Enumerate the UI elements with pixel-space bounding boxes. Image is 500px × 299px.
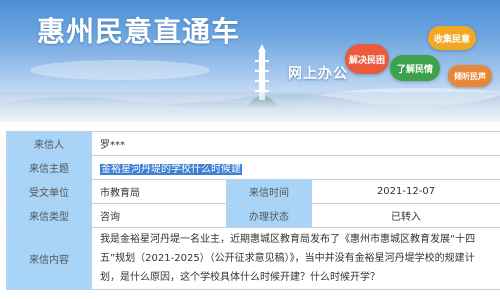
letter-detail-table: 来信人 罗*** 来信主题 金裕星河丹堤的学校什么时候建 受文单位 市教育局 来…: [6, 131, 500, 290]
content-row: 来信内容 我是金裕星河丹堤一名业主，近期惠城区教育局发布了《惠州市惠城区教育发展…: [6, 227, 500, 290]
type-status-row: 来信类型 咨询 办理状态 已转入: [6, 203, 500, 228]
type-value: 咨询: [91, 203, 227, 228]
time-value: 2021-12-07: [311, 179, 500, 204]
water-reflection: [0, 92, 500, 122]
sender-label: 来信人: [6, 131, 92, 156]
content-label: 来信内容: [6, 227, 92, 290]
online-office-label: 网上办公: [288, 66, 348, 82]
subject-label: 来信主题: [6, 155, 92, 180]
know-situation-bubble[interactable]: 了解民情: [390, 55, 440, 81]
status-label: 办理状态: [226, 203, 312, 228]
status-value: 已转入: [311, 203, 500, 228]
site-title: 惠州民意直通车: [37, 15, 241, 48]
subject-cell: 金裕星河丹堤的学校什么时候建: [91, 155, 500, 180]
sender-value: 罗***: [91, 131, 500, 156]
sender-row: 来信人 罗***: [6, 131, 500, 156]
solve-problems-bubble[interactable]: 解决民困: [345, 44, 389, 74]
subject-row: 来信主题 金裕星河丹堤的学校什么时候建: [6, 155, 500, 180]
dept-value: 市教育局: [91, 179, 227, 204]
type-label: 来信类型: [6, 203, 92, 228]
collect-opinion-bubble[interactable]: 收集民意: [428, 26, 476, 50]
dept-time-row: 受文单位 市教育局 来信时间 2021-12-07: [6, 179, 500, 204]
content-value: 我是金裕星河丹堤一名业主，近期惠城区教育局发布了《惠州市惠城区教育发展“十四五”…: [91, 227, 500, 290]
subject-value[interactable]: 金裕星河丹堤的学校什么时候建: [100, 164, 242, 175]
time-label: 来信时间: [226, 179, 312, 204]
dept-label: 受文单位: [6, 179, 92, 204]
listen-voice-bubble[interactable]: 倾听民声: [448, 65, 492, 87]
header-banner: 惠州民意直通车 网上办公 收集民意 解决民困 了解民情 倾听民声: [0, 0, 500, 122]
